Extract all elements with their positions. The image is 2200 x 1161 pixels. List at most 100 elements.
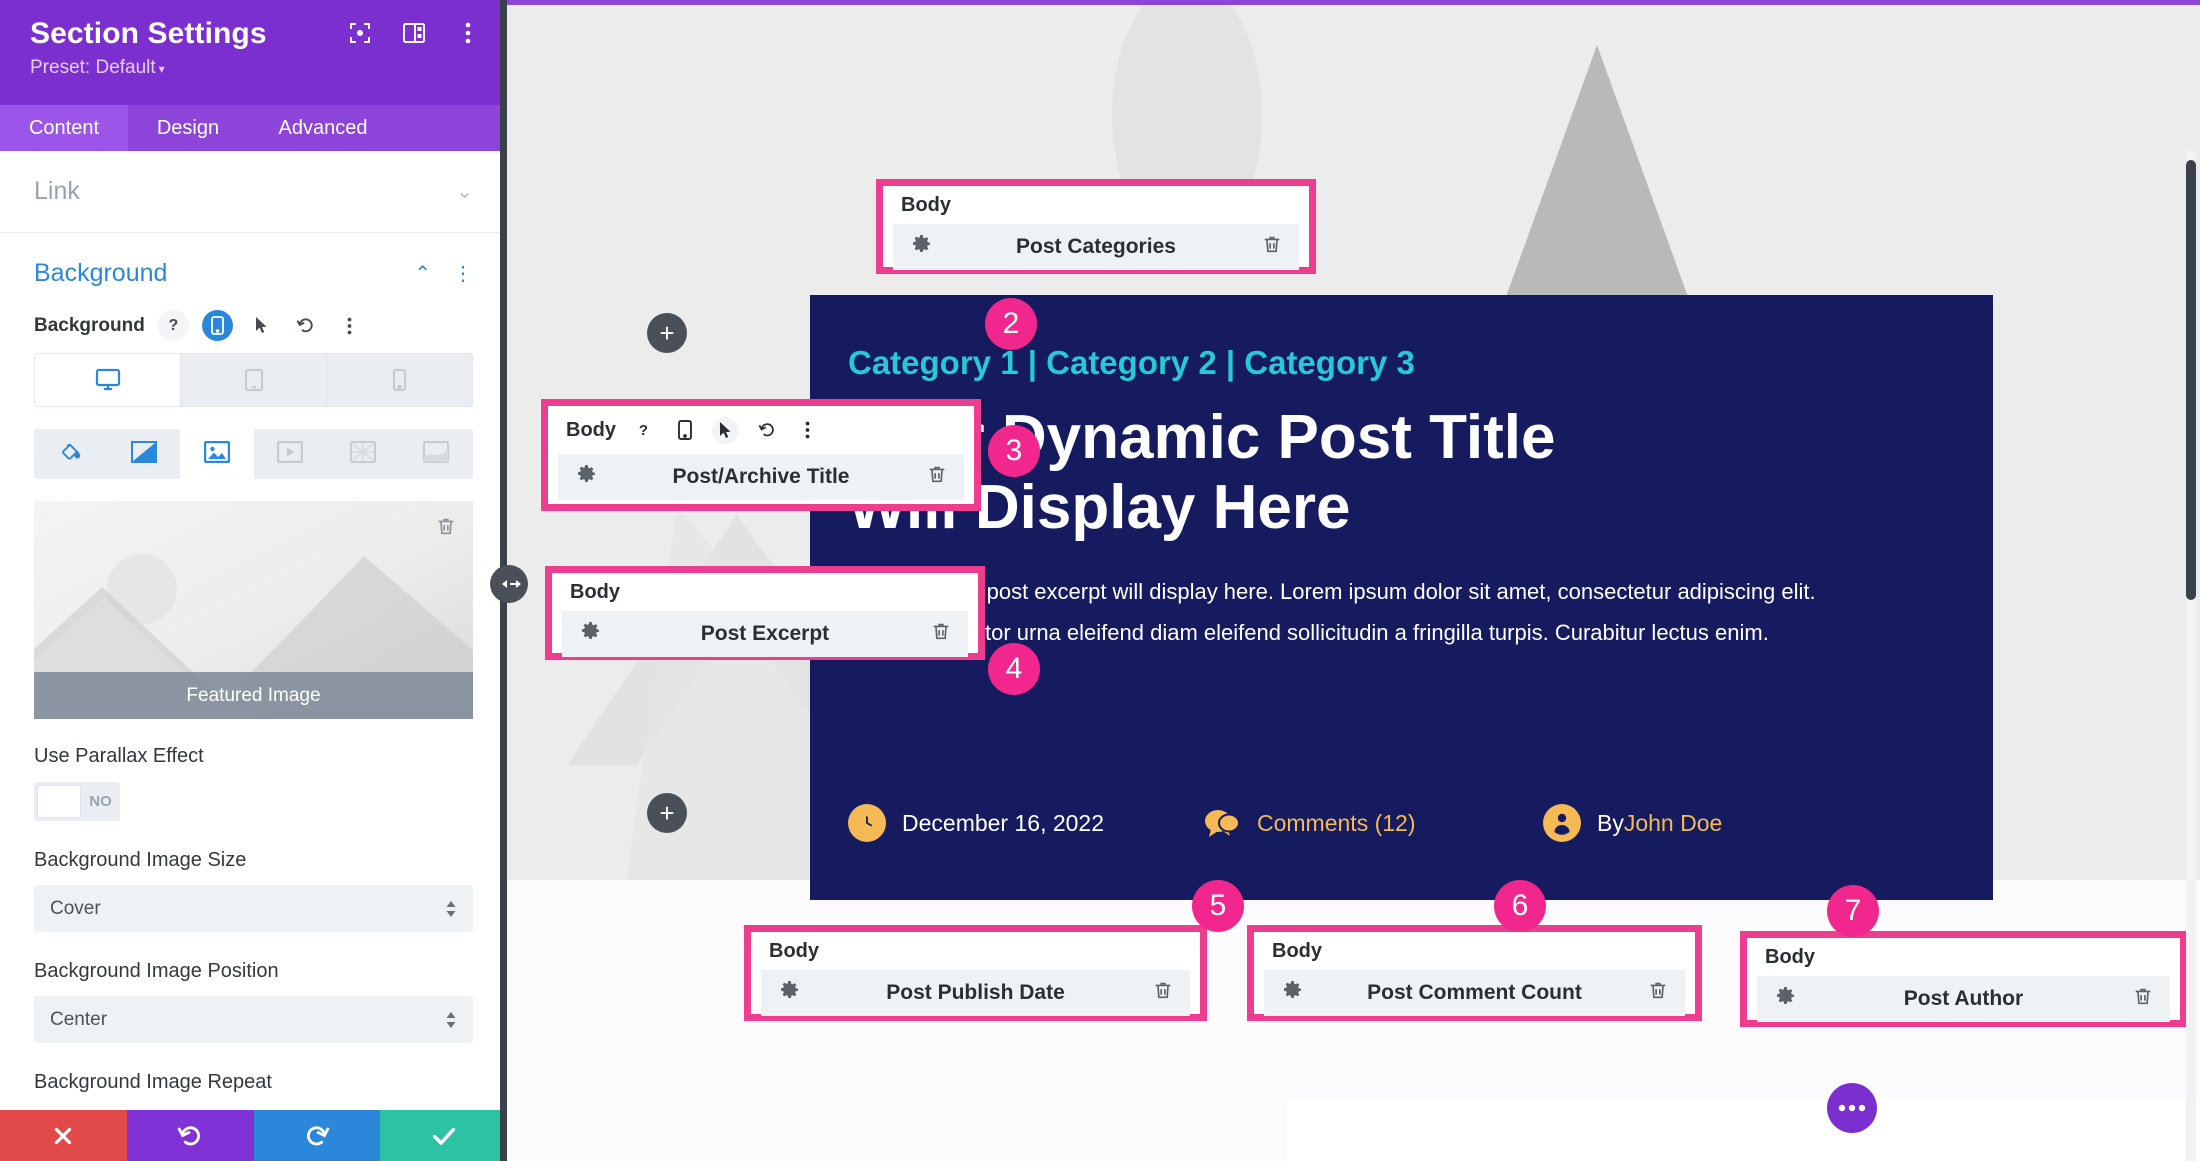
reset-icon[interactable] <box>290 310 321 341</box>
module-row[interactable]: Post Publish Date <box>761 970 1190 1016</box>
trash-icon[interactable] <box>1261 233 1283 261</box>
trash-icon[interactable] <box>1152 979 1174 1007</box>
hover-pointer-icon[interactable] <box>246 310 277 341</box>
remove-image-icon[interactable] <box>435 515 457 543</box>
bg-image-position-select[interactable]: Center <box>34 996 473 1043</box>
device-tab-phone[interactable] <box>327 354 472 406</box>
module-head: Body <box>552 573 978 611</box>
callout-badge-4: 4 <box>988 643 1040 695</box>
trash-icon[interactable] <box>1647 979 1669 1007</box>
undo-button[interactable] <box>127 1110 254 1161</box>
callout-badge-2: 2 <box>985 298 1037 350</box>
chevron-down-icon[interactable]: ▾ <box>159 62 165 76</box>
background-field-label-row: Background ? <box>34 310 473 341</box>
callout-badge-6: 6 <box>1494 880 1546 932</box>
parallax-toggle[interactable]: NO <box>34 782 120 821</box>
panel-scrollbar-thumb[interactable] <box>2186 160 2196 600</box>
background-type-tabs <box>34 429 473 479</box>
preset-label: Preset: Default <box>30 57 156 78</box>
add-module-button-bottom[interactable]: + <box>647 793 687 833</box>
layout-icon[interactable] <box>401 20 427 46</box>
module-row[interactable]: Post Excerpt <box>562 611 968 657</box>
panel-preset-selector[interactable]: Preset: Default▾ <box>30 57 483 80</box>
bg-type-video[interactable] <box>254 429 327 479</box>
panel-footer <box>0 1110 507 1161</box>
more-vertical-icon[interactable] <box>794 417 821 444</box>
color-fill-icon <box>59 440 83 469</box>
panel-resize-handle[interactable] <box>490 565 528 603</box>
module-head: Body <box>1747 938 2180 976</box>
reset-icon[interactable] <box>753 417 780 444</box>
module-row[interactable]: Post Categories <box>893 224 1299 270</box>
tab-design[interactable]: Design <box>128 105 248 151</box>
bg-type-gradient[interactable] <box>107 429 180 479</box>
module-row[interactable]: Post Comment Count <box>1264 970 1685 1016</box>
trash-icon[interactable] <box>926 463 948 491</box>
featured-image-thumbnail[interactable]: Featured Image <box>34 501 473 719</box>
tab-content[interactable]: Content <box>0 105 128 151</box>
module-parent-label: Body <box>901 194 951 217</box>
trash-icon[interactable] <box>930 620 952 648</box>
gear-icon[interactable] <box>909 232 933 262</box>
section-background[interactable]: Background ⌃ ⋮ <box>0 233 507 296</box>
more-vertical-icon[interactable]: ⋮ <box>453 261 473 286</box>
bg-type-color-fill[interactable] <box>34 429 107 479</box>
post-excerpt-text: Your dynamic post excerpt will display h… <box>848 571 1833 653</box>
page-settings-button[interactable] <box>1827 1083 1877 1133</box>
chevron-updown-icon[interactable] <box>445 1010 457 1030</box>
device-tab-desktop[interactable] <box>35 354 181 406</box>
device-tabs <box>34 353 473 407</box>
gear-icon[interactable] <box>578 619 602 649</box>
redo-button[interactable] <box>254 1110 381 1161</box>
gear-icon[interactable] <box>574 462 598 492</box>
comment-count-label[interactable]: Comments (12) <box>1257 810 1415 837</box>
bg-type-image[interactable] <box>180 429 253 479</box>
module-box-post-publish-date[interactable]: Body Post Publish Date <box>744 925 1207 1021</box>
cancel-button[interactable] <box>0 1110 127 1161</box>
hover-pointer-icon[interactable] <box>712 417 739 444</box>
help-icon[interactable]: ? <box>158 310 189 341</box>
section-link[interactable]: Link ⌄ <box>0 151 507 233</box>
module-row[interactable]: Post Author <box>1757 976 2170 1022</box>
add-module-button-top[interactable]: + <box>647 313 687 353</box>
chevron-updown-icon[interactable] <box>445 899 457 919</box>
module-parent-label: Body <box>566 419 616 442</box>
trash-icon[interactable] <box>2132 985 2154 1013</box>
bg-type-pattern[interactable] <box>327 429 400 479</box>
module-box-post-categories[interactable]: Body Post Categories <box>876 179 1316 274</box>
module-box-post-archive-title[interactable]: Body ? Post/Archive Title <box>541 399 981 511</box>
device-tab-tablet[interactable] <box>181 354 327 406</box>
section-background-title: Background <box>34 259 167 288</box>
module-box-post-author[interactable]: Body Post Author <box>1740 931 2187 1027</box>
phone-icon[interactable] <box>671 417 698 444</box>
bg-image-size-select[interactable]: Cover <box>34 885 473 932</box>
post-comment-count-meta: Comments (12) <box>1203 804 1543 842</box>
toggle-knob <box>37 785 81 818</box>
help-icon[interactable]: ? <box>630 417 657 444</box>
gear-icon[interactable] <box>777 978 801 1008</box>
author-name-label[interactable]: John Doe <box>1624 810 1722 837</box>
chevron-down-icon[interactable]: ⌄ <box>456 179 473 204</box>
bg-image-repeat-label: Background Image Repeat <box>34 1071 473 1094</box>
module-row[interactable]: Post/Archive Title <box>558 454 964 500</box>
chevron-up-icon[interactable]: ⌃ <box>414 261 431 286</box>
responsive-icon[interactable] <box>202 310 233 341</box>
module-box-post-excerpt[interactable]: Body Post Excerpt <box>545 566 985 660</box>
bg-type-mask[interactable] <box>400 429 473 479</box>
user-icon <box>1543 804 1581 842</box>
clock-icon <box>848 804 886 842</box>
parallax-label: Use Parallax Effect <box>34 745 473 768</box>
save-button[interactable] <box>380 1110 507 1161</box>
section-link-title: Link <box>34 177 80 206</box>
more-vertical-icon[interactable] <box>455 20 481 46</box>
focus-icon[interactable] <box>347 20 373 46</box>
gear-icon[interactable] <box>1773 984 1797 1014</box>
bg-image-position-label: Background Image Position <box>34 960 473 983</box>
author-prefix-label: By <box>1597 810 1624 837</box>
tab-advanced[interactable]: Advanced <box>248 105 398 151</box>
gear-icon[interactable] <box>1280 978 1304 1008</box>
featured-image-caption: Featured Image <box>34 672 473 719</box>
module-box-post-comment-count[interactable]: Body Post Comment Count <box>1247 925 1702 1021</box>
pattern-icon <box>350 441 376 468</box>
more-vertical-icon[interactable] <box>334 310 365 341</box>
